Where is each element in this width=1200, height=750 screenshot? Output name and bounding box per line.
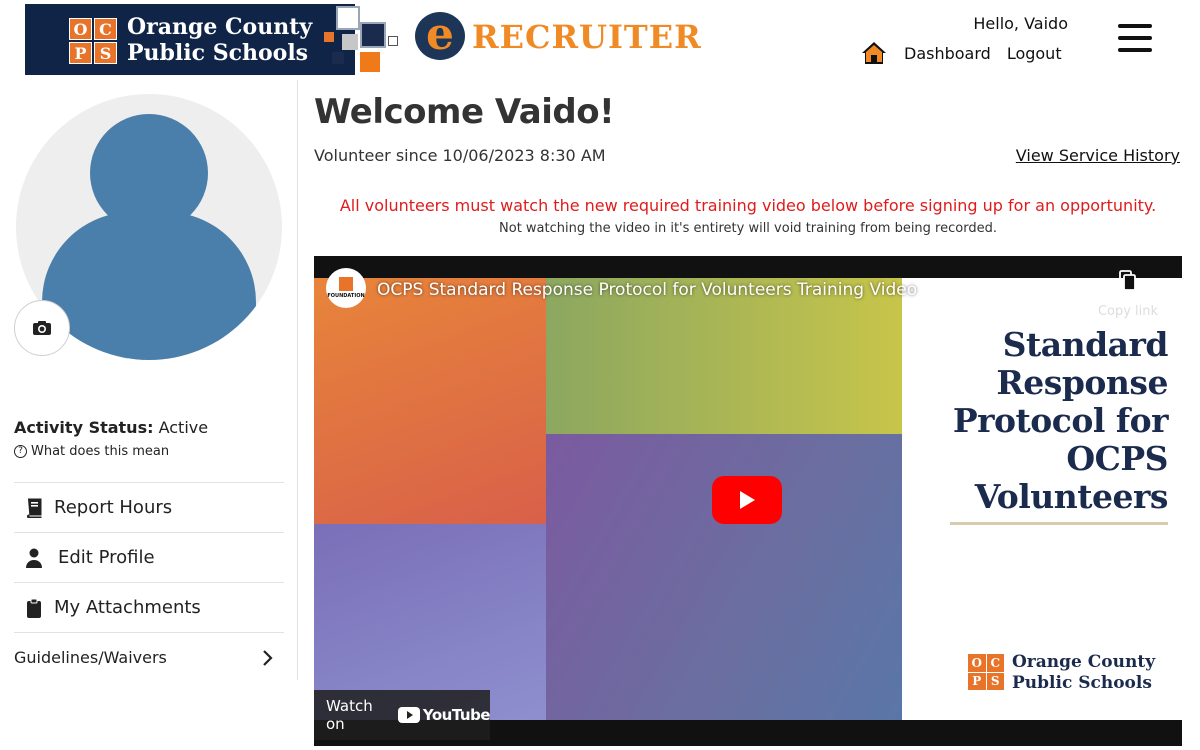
decorative-squares (322, 4, 402, 76)
logo-line: Orange County (127, 14, 313, 40)
watch-on-label: Watch on (326, 697, 373, 733)
sidebar-item-my-attachments[interactable]: My Attachments (14, 582, 284, 632)
sidebar-item-report-hours[interactable]: Report Hours (14, 482, 284, 532)
recruiter-logo[interactable]: e RECRUITER (415, 12, 701, 62)
hamburger-menu-icon[interactable] (1118, 24, 1152, 52)
person-icon (26, 548, 42, 568)
training-alert-note: Not watching the video in it's entirety … (499, 221, 997, 236)
slide-logo-line: Orange County (1012, 652, 1156, 672)
sidebar-item-label: Edit Profile (58, 547, 155, 568)
header: O C P S Orange County Public Schools e R… (0, 0, 1200, 80)
sidebar: Activity Status: Active ? What does this… (0, 80, 298, 680)
sidebar-item-label: My Attachments (54, 597, 201, 618)
logo-line: Public Schools (127, 40, 309, 66)
slide-title-line: Response (996, 363, 1168, 402)
greeting: Hello, Vaido (973, 14, 1068, 33)
copy-icon (1119, 270, 1136, 291)
video-top-bar: FOUNDATION OCPS Standard Response Protoc… (314, 256, 1182, 319)
logo-block: P (69, 42, 92, 64)
logo-block: O (968, 654, 986, 672)
ocps-logo-text: Orange County Public Schools (127, 14, 312, 66)
view-service-history-link[interactable]: View Service History (1016, 146, 1180, 165)
logout-link[interactable]: Logout (1007, 44, 1062, 63)
play-icon (740, 491, 755, 509)
logo-block: S (94, 42, 117, 64)
activity-status-value: Active (158, 418, 209, 437)
status-help-link[interactable]: ? What does this mean (14, 444, 169, 459)
slide-title-line: Volunteers (974, 477, 1169, 516)
copy-link-button[interactable]: Copy link (1096, 270, 1160, 319)
status-help-label: What does this mean (31, 444, 170, 459)
book-icon (27, 498, 42, 518)
slide-logo-line: Public Schools (1012, 673, 1152, 693)
change-photo-button[interactable] (14, 300, 70, 356)
logo-block: O (69, 18, 92, 40)
chevron-right-icon (263, 649, 273, 666)
slide-title-line: Standard (1002, 325, 1169, 364)
logo-block: S (986, 672, 1004, 690)
video-slide-panel: Standard Response Protocol for OCPS Volu… (902, 278, 1182, 720)
slide-title-line: OCPS (1066, 439, 1168, 478)
sidebar-item-edit-profile[interactable]: Edit Profile (14, 532, 284, 582)
sidebar-menu: Report Hours Edit Profile My Attachments… (14, 482, 284, 682)
sidebar-item-guidelines-waivers[interactable]: Guidelines/Waivers (14, 632, 284, 682)
training-video-player[interactable]: Standard Response Protocol for OCPS Volu… (314, 256, 1182, 746)
ocps-logo[interactable]: O C P S Orange County Public Schools (25, 4, 355, 75)
slide-title-line: Protocol for (952, 401, 1169, 440)
page-title: Welcome Vaido! (314, 92, 615, 132)
youtube-play-icon (397, 707, 420, 723)
volunteer-since: Volunteer since 10/06/2023 8:30 AM (314, 146, 606, 165)
watch-on-youtube-button[interactable]: Watch on YouTube (314, 690, 491, 740)
main-content: Welcome Vaido! Volunteer since 10/06/202… (314, 80, 1184, 750)
sidebar-item-label: Guidelines/Waivers (14, 648, 167, 667)
recruiter-e-icon: e (415, 12, 465, 60)
youtube-wordmark: YouTube (422, 706, 491, 724)
ocps-logo-blocks: O C P S (69, 18, 117, 64)
video-thumbnail-art (314, 278, 902, 720)
camera-icon (33, 321, 51, 335)
slide-ocps-logo: O C P S Orange County Public Schools (968, 652, 1178, 698)
play-button[interactable] (712, 476, 782, 524)
copy-link-label: Copy link (1097, 304, 1159, 319)
channel-avatar[interactable]: FOUNDATION (326, 268, 366, 308)
logo-block: C (94, 18, 117, 40)
clipboard-icon (27, 598, 41, 618)
question-icon: ? (14, 445, 27, 458)
home-icon[interactable] (860, 40, 888, 66)
recruiter-brand-name: RECRUITER (472, 18, 702, 56)
sidebar-item-label: Report Hours (54, 497, 173, 518)
activity-status-label: Activity Status: (14, 418, 154, 437)
slide-divider (950, 522, 1168, 525)
youtube-logo: YouTube (397, 706, 491, 724)
slide-title: Standard Response Protocol for OCPS Volu… (918, 325, 1169, 516)
avatar-body (42, 212, 256, 360)
training-alert: All volunteers must watch the new requir… (339, 196, 1157, 215)
header-nav: Dashboard Logout (860, 40, 1062, 66)
activity-status: Activity Status: Active (14, 418, 208, 437)
logo-block: P (968, 672, 986, 690)
channel-caption: FOUNDATION (327, 293, 365, 299)
logo-block: C (986, 654, 1004, 672)
dashboard-link[interactable]: Dashboard (904, 44, 991, 63)
video-title[interactable]: OCPS Standard Response Protocol for Volu… (377, 280, 917, 300)
